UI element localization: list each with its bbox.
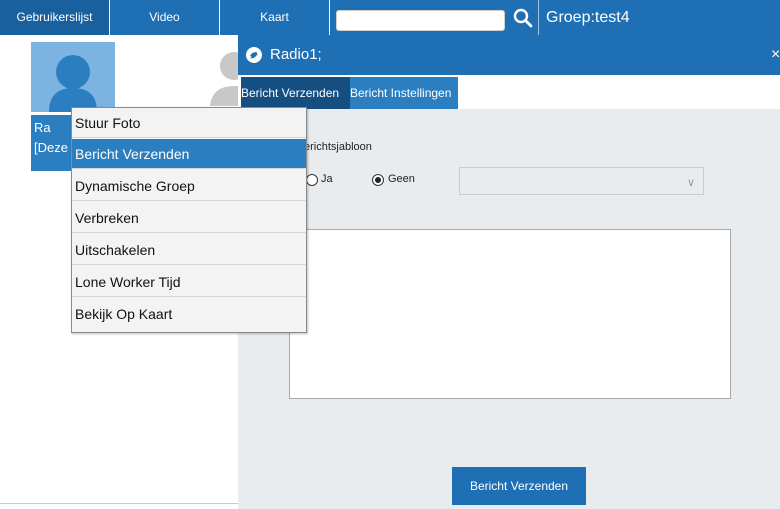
search-button[interactable] — [512, 7, 534, 29]
tab-bericht-verzenden[interactable]: Bericht Verzenden — [241, 77, 350, 109]
tab-gebruikerslijst[interactable]: Gebruikerslijst — [0, 0, 110, 35]
template-select[interactable]: ∨ — [459, 167, 704, 195]
user-tile[interactable] — [31, 42, 115, 112]
template-label: erichtsjabloon — [304, 141, 372, 153]
radio-no-label: Geen — [388, 173, 415, 185]
top-nav-bar: Gebruikerslijst Video Kaart Groep:test4 — [0, 0, 780, 35]
search-icon — [513, 8, 533, 28]
dialog-title: Radio1; — [270, 46, 322, 63]
menu-item-lone-worker-tijd[interactable]: Lone Worker Tijd — [72, 267, 306, 297]
menu-item-dynamische-groep[interactable]: Dynamische Groep — [72, 171, 306, 201]
radio-no[interactable] — [372, 174, 384, 186]
user-avatar-icon — [49, 55, 97, 112]
close-icon[interactable]: × — [771, 46, 780, 64]
bird-icon — [246, 47, 262, 63]
context-menu: Stuur Foto Bericht Verzenden Dynamische … — [71, 107, 307, 333]
menu-item-bericht-verzenden[interactable]: Bericht Verzenden — [72, 139, 306, 169]
send-message-button[interactable]: Bericht Verzenden — [452, 467, 586, 505]
dialog-header: Radio1; × — [238, 35, 780, 75]
search-input[interactable] — [336, 10, 505, 31]
menu-item-bekijk-op-kaart[interactable]: Bekijk Op Kaart — [72, 299, 306, 329]
group-label: Groep:test4 — [538, 0, 630, 35]
user-avatar-icon — [210, 52, 238, 106]
tab-kaart[interactable]: Kaart — [220, 0, 330, 35]
radio-yes[interactable] — [306, 174, 318, 186]
divider — [0, 503, 238, 504]
tab-video[interactable]: Video — [110, 0, 220, 35]
menu-item-stuur-foto[interactable]: Stuur Foto — [72, 108, 306, 138]
message-textarea[interactable] — [289, 229, 731, 399]
dialog-tabs: Bericht Verzenden Bericht Instellingen — [238, 75, 780, 109]
chevron-down-icon: ∨ — [686, 177, 695, 189]
menu-item-verbreken[interactable]: Verbreken — [72, 203, 306, 233]
radio-yes-label: Ja — [321, 173, 333, 185]
tab-bericht-instellingen[interactable]: Bericht Instellingen — [350, 77, 458, 109]
menu-item-uitschakelen[interactable]: Uitschakelen — [72, 235, 306, 265]
